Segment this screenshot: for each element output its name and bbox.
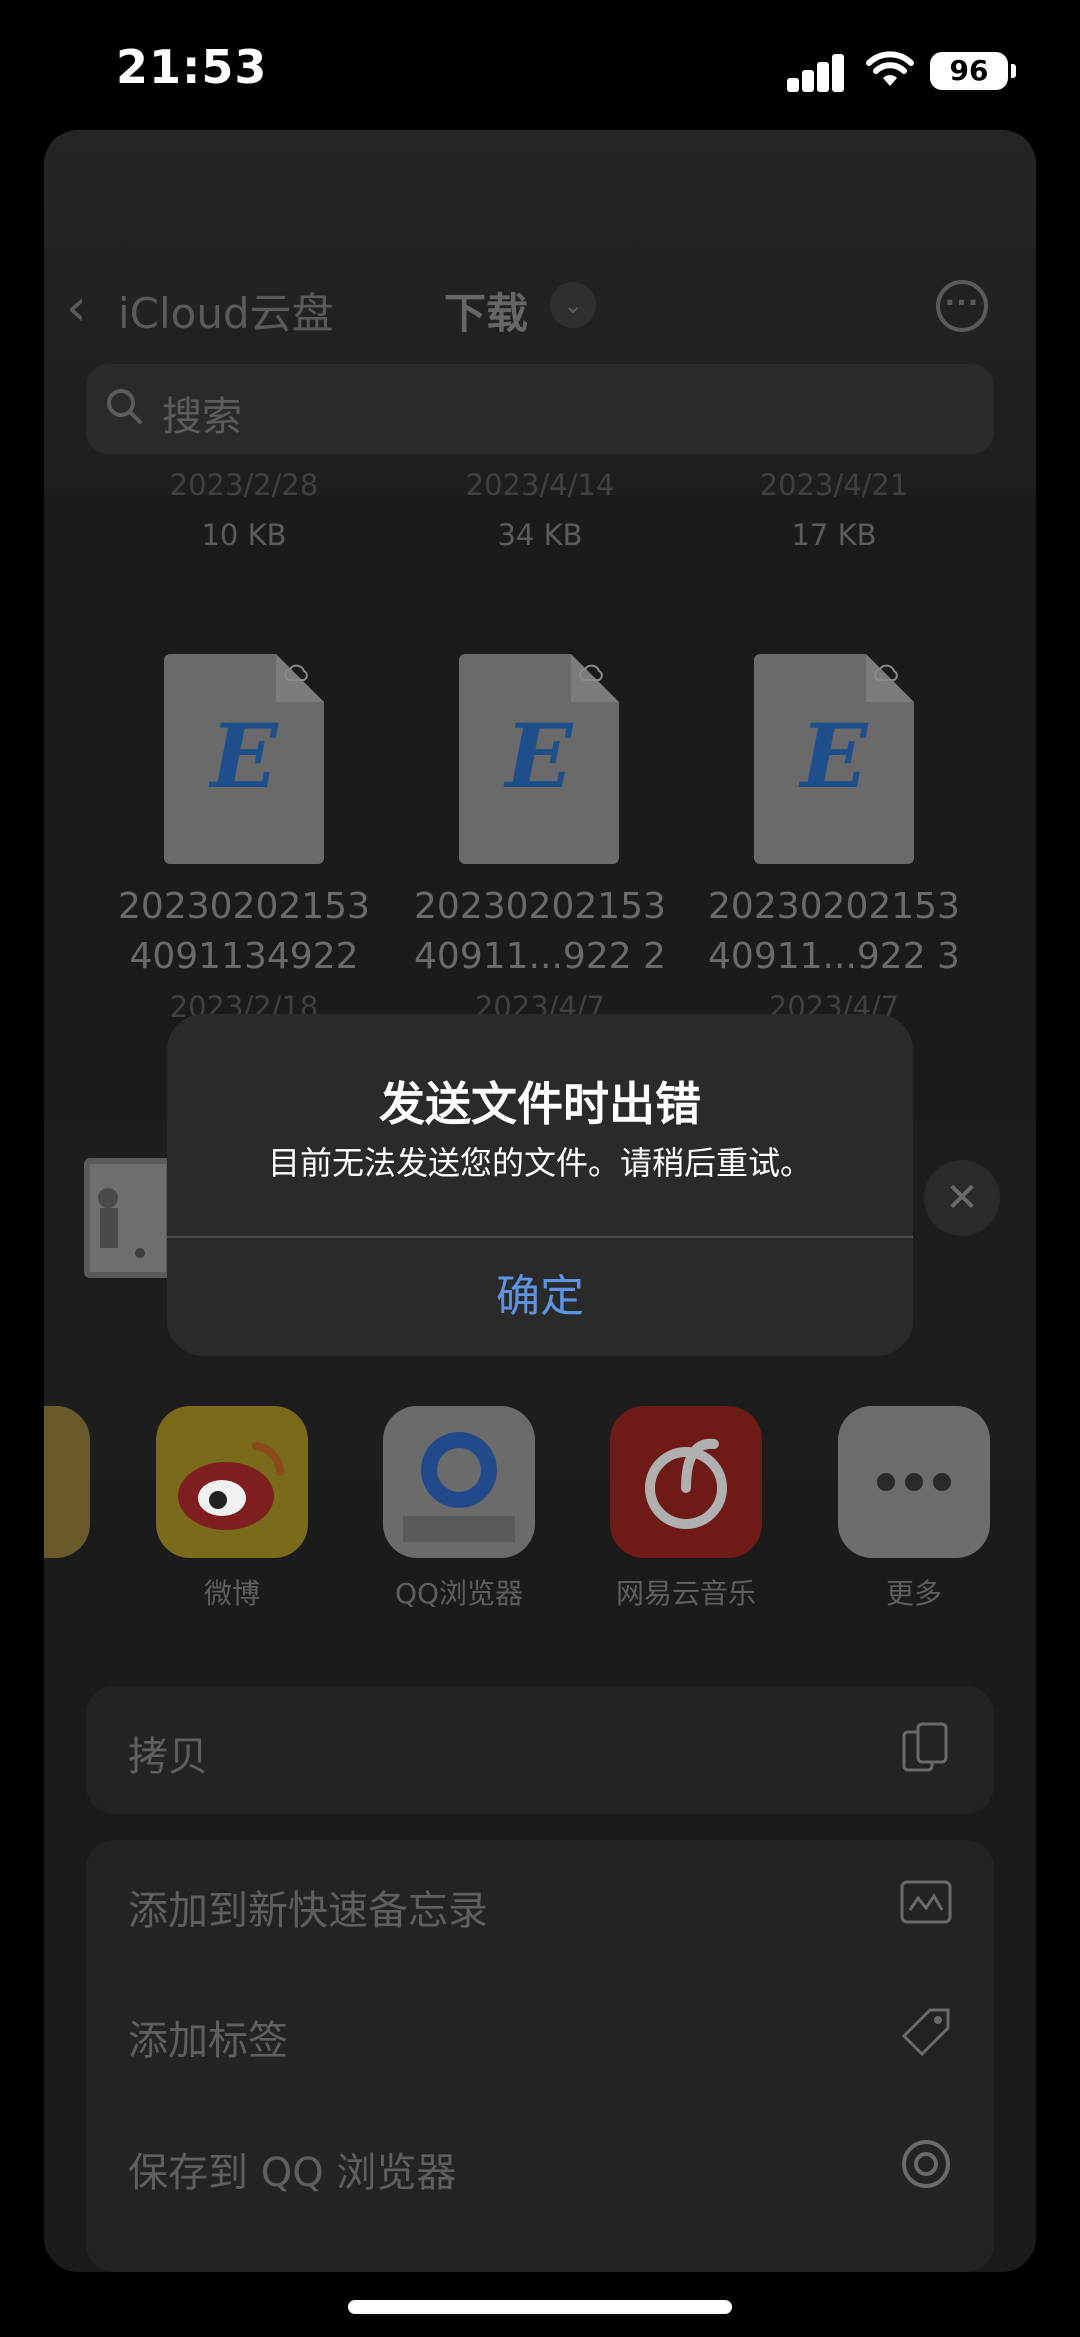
file-name: 20230202153 [708,886,960,927]
file-name: 40911...922 2 [414,936,666,977]
qq-browser-icon [383,1406,535,1558]
cellular-signal-icon [787,52,845,92]
file-name: 20230202153 [414,886,666,927]
more-icon [838,1406,990,1558]
more-options-button[interactable]: ··· [936,280,988,332]
tag-icon [901,2008,950,2057]
search-input[interactable]: 搜索 [86,364,994,454]
app-label: QQ浏览器 [394,1577,524,1610]
cloud-download-icon [874,664,898,681]
save-qq-label: 保存到 QQ 浏览器 [128,2150,457,2196]
search-placeholder: 搜索 [162,394,242,440]
file-date: 2023/2/28 [169,468,319,502]
file-date: 2023/4/14 [465,468,615,502]
netease-music-icon [610,1406,762,1558]
nav-header: ‹ iCloud云盘 下载 ⌄ ··· 搜索 [44,130,1036,495]
battery-indicator: 96 [930,52,1016,90]
copy-icon [902,1722,948,1772]
status-bar: 21:53 96 [0,0,1080,130]
share-app-netease-music[interactable]: 网易云音乐 [606,1406,766,1612]
wifi-icon [866,51,914,86]
back-chevron-icon[interactable]: ‹ [66,278,87,338]
app-label: 微博 [203,1577,260,1610]
shared-file-thumbnail [84,1158,172,1278]
add-tag-action[interactable]: 添加标签 [86,1970,994,2096]
weibo-icon [156,1406,308,1558]
qq-browser-save-icon [902,2140,950,2188]
file-document-icon[interactable]: E [164,654,324,864]
share-app-weibo[interactable]: 微博 [152,1406,312,1612]
cloud-download-icon [284,664,308,681]
copy-label: 拷贝 [128,1734,208,1780]
app-partial[interactable] [44,1406,94,1558]
file-size: 34 KB [497,518,583,552]
share-app-more[interactable]: 更多 [834,1406,994,1612]
file-size: 10 KB [201,518,287,552]
app-label: 更多 [885,1577,942,1610]
file-document-icon[interactable]: E [754,654,914,864]
status-time: 21:53 [116,40,268,94]
folder-title[interactable]: 下载 [444,280,528,341]
action-group-main: 添加到新快速备忘录 添加标签 保存到 QQ 浏览器 [86,1840,994,2272]
search-icon [107,389,142,424]
copy-action[interactable]: 拷贝 [86,1686,994,1812]
quick-note-action[interactable]: 添加到新快速备忘录 [86,1840,994,1966]
app-label: 网易云音乐 [615,1577,756,1610]
file-name: 40911...922 3 [708,936,960,977]
file-size: 17 KB [791,518,877,552]
save-qq-browser-action[interactable]: 保存到 QQ 浏览器 [86,2102,994,2228]
quick-note-label: 添加到新快速备忘录 [128,1888,488,1934]
quick-note-icon [900,1880,952,1924]
alert-ok-button[interactable]: 确定 [167,1238,913,1356]
file-name: 4091134922 [129,936,359,977]
cloud-download-icon [579,664,603,681]
file-date: 2023/4/21 [759,468,909,502]
back-button[interactable]: iCloud云盘 [118,280,334,341]
close-share-button[interactable]: ✕ [924,1160,1000,1236]
share-app-qq-browser[interactable]: QQ浏览器 [379,1406,539,1612]
error-alert-dialog: 发送文件时出错 目前无法发送您的文件。请稍后重试。 确定 [167,1014,913,1356]
action-group-copy: 拷贝 [86,1686,994,1814]
home-indicator[interactable] [348,2300,732,2314]
notes-app-icon [44,1406,90,1558]
alert-title: 发送文件时出错 [379,1077,701,1131]
chevron-down-icon[interactable]: ⌄ [550,282,596,328]
alert-message: 目前无法发送您的文件。请稍后重试。 [267,1144,812,1182]
file-name: 20230202153 [118,886,370,927]
add-tag-label: 添加标签 [128,2018,288,2064]
file-document-icon[interactable]: E [459,654,619,864]
